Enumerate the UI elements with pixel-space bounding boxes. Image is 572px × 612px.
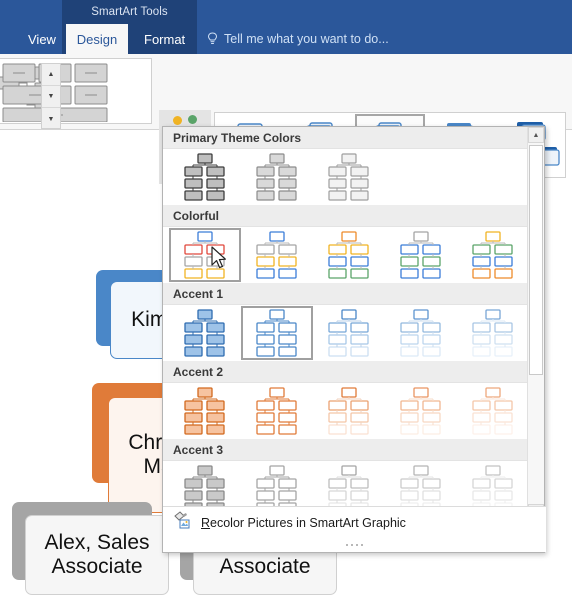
ribbon: ▲ ▼ ▼ Change Colors▾ [0,54,572,184]
section-header-accent-3: Accent 3 [163,439,544,461]
section-row-accent-1 [163,305,544,361]
dropdown-resize-grip[interactable] [163,538,546,552]
section-header-colorful: Colorful [163,205,544,227]
swatch-accent1-gradient-range[interactable] [385,306,457,360]
swatch-colorful-accent-colors[interactable] [169,228,241,282]
swatch-accent1-gradient-loop[interactable] [313,306,385,360]
recolor-label-rest: ecolor Pictures in SmartArt Graphic [210,515,406,530]
change-colors-dropdown[interactable]: Primary Theme Colors Colorful Accent 1 A… [162,126,546,553]
swatch-accent2-gradient-loop[interactable] [313,384,385,438]
lightbulb-icon [207,32,218,46]
swatch-colorful-range-accent-2-3[interactable] [241,228,313,282]
section-header-primary-theme-colors: Primary Theme Colors [163,127,544,149]
swatch-accent1-colored-fill[interactable] [169,306,241,360]
swatch-accent2-transparent-gradient[interactable] [457,384,529,438]
recolor-pictures-label: Recolor Pictures in SmartArt Graphic [201,516,406,530]
swatch-accent1-colored-outline[interactable] [241,306,313,360]
swatch-accent2-colored-fill[interactable] [169,384,241,438]
swatch-accent2-colored-outline[interactable] [241,384,313,438]
tab-view[interactable]: View [16,24,68,54]
recolor-pictures-icon [173,511,191,534]
section-header-accent-2: Accent 2 [163,361,544,383]
tab-design[interactable]: Design [66,24,128,54]
dropdown-scrollbar[interactable]: ▲ ▼ [527,127,544,520]
scroll-up-icon[interactable]: ▲ [42,64,60,86]
section-row-primary-theme-colors [163,149,544,205]
swatch-accent1-transparent-gradient[interactable] [457,306,529,360]
swatch-colorful-range-accent-4-5[interactable] [385,228,457,282]
contextual-tab-title: SmartArt Tools [62,0,197,24]
scroll-down-icon[interactable]: ▼ [42,86,60,108]
node-alex[interactable]: Alex, Sales Associate [12,502,178,612]
tab-format[interactable]: Format [132,24,197,54]
tell-me-text: Tell me what you want to do... [224,32,389,46]
layout-thumb-selected [2,63,108,122]
tell-me-box[interactable]: Tell me what you want to do... [207,24,389,54]
layouts-gallery[interactable]: ▲ ▼ ▼ [0,58,152,129]
more-layouts-icon[interactable]: ▼ [42,108,60,130]
section-row-accent-2 [163,383,544,439]
swatch-dark-1-outline[interactable] [169,150,241,204]
scroll-up-arrow-icon[interactable]: ▲ [528,127,544,143]
mouse-pointer [211,246,226,269]
layouts-scroll-spinner[interactable]: ▲ ▼ ▼ [41,63,61,129]
recolor-accelerator-key: R [201,515,211,530]
node-alex-label: Alex, Sales Associate [44,531,150,578]
swatch-accent2-gradient-range[interactable] [385,384,457,438]
scrollbar-thumb[interactable] [529,145,543,375]
section-header-accent-1: Accent 1 [163,283,544,305]
recolor-pictures-command[interactable]: Recolor Pictures in SmartArt Graphic [163,506,546,538]
swatch-colored-fill-dark-1[interactable] [241,150,313,204]
swatch-colorful-range-accent-3-4[interactable] [313,228,385,282]
node-alex-text-panel: Alex, Sales Associate [25,515,169,595]
swatch-colored-outline-dark-1[interactable] [313,150,385,204]
swatch-colorful-range-accent-5-6[interactable] [457,228,529,282]
